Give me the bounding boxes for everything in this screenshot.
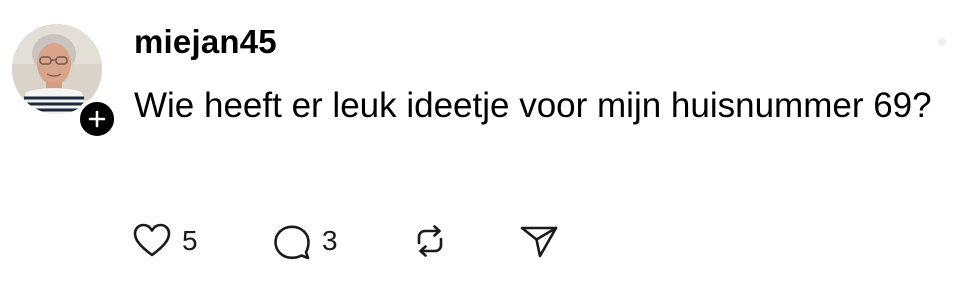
avatar-container[interactable] — [12, 24, 118, 140]
repost-icon — [417, 225, 443, 257]
faint-dot-indicator — [938, 38, 946, 46]
like-button[interactable]: 5 — [132, 218, 198, 264]
like-count: 5 — [182, 225, 198, 256]
thread-post: miejan45 Wie heeft er leuk ideetje voor … — [0, 0, 956, 288]
username[interactable]: miejan45 — [134, 22, 277, 62]
repost-button[interactable] — [410, 218, 450, 264]
send-icon — [520, 226, 558, 258]
plus-icon — [88, 110, 106, 128]
comment-bubble-icon — [274, 225, 310, 260]
comment-button[interactable]: 3 — [272, 218, 338, 264]
post-text: Wie heeft er leuk ideetje voor mijn huis… — [134, 86, 932, 125]
share-button[interactable] — [518, 218, 560, 264]
follow-button[interactable] — [76, 98, 118, 140]
comment-count: 3 — [322, 225, 338, 256]
heart-icon — [133, 223, 171, 257]
